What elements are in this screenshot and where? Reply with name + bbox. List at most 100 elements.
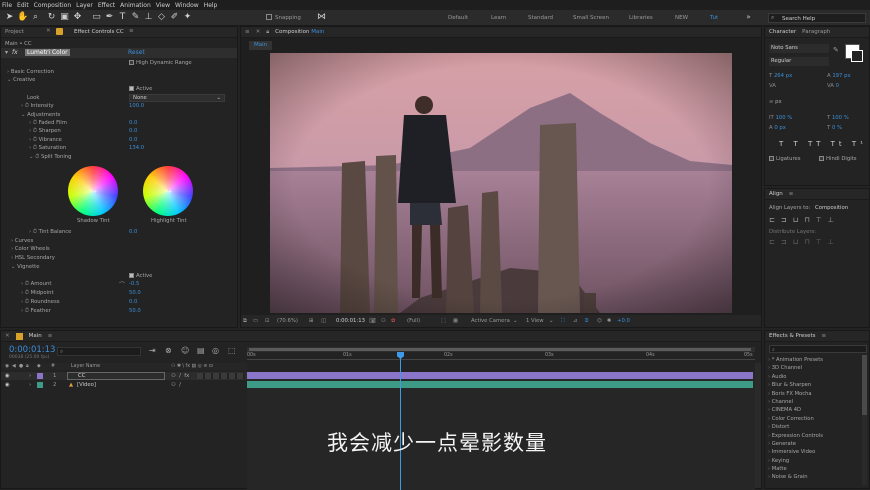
time-ruler[interactable]: 00s 01s 02s 03s 04s 05s (247, 345, 755, 367)
leading-row[interactable]: A 197 px (827, 72, 851, 80)
vertical-scale-row[interactable]: IT 100 % (769, 114, 792, 122)
timeline-scrollbar[interactable] (755, 363, 761, 488)
roto-brush-icon[interactable]: ✐ (169, 12, 180, 23)
split-toning-row[interactable]: ⌄ ⏱ Split Toning (29, 153, 72, 161)
layer-name[interactable]: CC (67, 372, 165, 380)
camera-dropdown-arrow-icon[interactable]: ⌄ (513, 315, 517, 327)
midpoint-value[interactable]: 50.0 (129, 289, 141, 297)
panel-menu-icon[interactable]: ≡ (129, 28, 134, 34)
channel-icon[interactable]: ✿ (391, 315, 395, 327)
transparency-grid-icon[interactable]: ▦ (453, 315, 458, 327)
section-vignette[interactable]: ⌄ Vignette (11, 263, 40, 271)
toggle-pixel-icon[interactable]: ⛶ (561, 315, 565, 327)
baseline-shift-row[interactable]: A 0 px (769, 124, 786, 132)
fx-icon[interactable]: fx (12, 49, 18, 56)
exposure-icon[interactable]: ✺ (607, 315, 611, 327)
comp-mini-flowchart-icon[interactable]: ⇥ (149, 346, 156, 355)
label-color-swatch[interactable] (37, 373, 43, 379)
camera-tool-icon[interactable]: ▣ (59, 12, 70, 23)
ligatures-row[interactable]: Ligatures (769, 155, 801, 163)
stroke-color-swatch[interactable] (851, 50, 863, 62)
vignette-active-checkbox[interactable] (129, 273, 134, 278)
workspace-default[interactable]: Default (448, 15, 468, 21)
workspace-small-screen[interactable]: Small Screen (573, 15, 609, 21)
list-item[interactable]: › Generate (768, 440, 860, 448)
align-to-dropdown[interactable]: Composition (815, 204, 848, 212)
effects-scrollbar[interactable] (862, 355, 867, 485)
expand-arrow-icon[interactable]: › (29, 381, 31, 389)
close-icon[interactable]: ✕ (5, 333, 10, 339)
roundness-value[interactable]: 0.0 (129, 298, 137, 306)
zoom-value[interactable]: (70.6%) (277, 315, 298, 327)
exposure-value[interactable]: +0.0 (617, 315, 630, 327)
list-item[interactable]: › Expression Controls (768, 432, 860, 440)
layer-switches[interactable]: ⚇ / (171, 381, 181, 389)
menu-effect[interactable]: Effect (98, 2, 115, 9)
panel-menu-icon[interactable]: ≡ (245, 29, 250, 35)
menu-animation[interactable]: Animation (120, 2, 151, 9)
list-item[interactable]: › CINEMA 4D (768, 406, 860, 414)
comp-subtab-main[interactable]: Main (249, 41, 273, 50)
hdr-checkbox[interactable] (129, 60, 134, 65)
tab-paragraph[interactable]: Paragraph (802, 29, 830, 35)
grid-icon[interactable]: ⊞ (309, 315, 313, 327)
section-curves[interactable]: › Curves (11, 237, 33, 245)
list-item[interactable]: › Noise & Grain (768, 473, 860, 481)
composition-tab[interactable]: Composition Main (275, 29, 324, 35)
layer-switch-boxes[interactable] (197, 373, 245, 379)
vibrance-value[interactable]: 0.0 (129, 136, 137, 144)
tint-balance-value[interactable]: 0.0 (129, 228, 137, 236)
workspace-standard[interactable]: Standard (528, 15, 553, 21)
motion-blur-icon[interactable]: ◎ (212, 346, 219, 355)
intensity-value[interactable]: 100.0 (129, 102, 144, 110)
list-item[interactable]: › Boris FX Mocha (768, 390, 860, 398)
saturation-value[interactable]: 134.0 (129, 144, 144, 152)
section-basic-correction[interactable]: › Basic Correction (7, 68, 54, 76)
view-dropdown-arrow-icon[interactable]: ⌄ (549, 315, 553, 327)
list-item[interactable]: › Audio (768, 373, 860, 381)
video-frame[interactable] (270, 53, 732, 313)
list-item[interactable]: › Color Correction (768, 415, 860, 423)
hdr-checkbox-row[interactable]: High Dynamic Range (129, 59, 192, 67)
video-layer-bar[interactable] (247, 381, 753, 388)
tab-effect-controls[interactable]: Effect Controls CC (74, 29, 124, 35)
brush-tool-icon[interactable]: ✎ (130, 12, 141, 23)
font-size-row[interactable]: T 264 px (769, 72, 792, 80)
search-help-field[interactable]: ⌕ Search Help (768, 13, 866, 23)
rectangle-tool-icon[interactable]: ▭ (91, 12, 102, 23)
look-dropdown[interactable]: None ⌄ (129, 94, 225, 102)
list-item[interactable]: › Matte (768, 465, 860, 473)
display-icon[interactable]: ▭ (253, 315, 258, 327)
list-item[interactable]: › Distort (768, 423, 860, 431)
horizontal-scale-row[interactable]: T 100 % (827, 114, 849, 122)
menu-edit[interactable]: Edit (17, 2, 29, 9)
layer-switches[interactable]: ⚇ / fx (171, 372, 189, 380)
section-adjustments[interactable]: ⌄ Adjustments (21, 111, 60, 119)
workspace-new[interactable]: NEW (675, 15, 688, 21)
list-item[interactable]: › Keying (768, 457, 860, 465)
kerning-row[interactable]: VA (769, 82, 776, 90)
list-item[interactable]: › 3D Channel (768, 364, 860, 372)
close-icon[interactable]: ✕ (46, 28, 51, 34)
panel-menu-icon[interactable]: ≡ (48, 333, 53, 339)
puppet-pin-icon[interactable]: ✦ (182, 12, 193, 23)
current-time[interactable]: 0:00:01:13 (336, 315, 365, 327)
list-item[interactable]: › Channel (768, 398, 860, 406)
menu-composition[interactable]: Composition (34, 2, 71, 9)
vignette-active-row[interactable]: Active (129, 272, 152, 280)
tab-project[interactable]: Project (5, 29, 24, 35)
feather-value[interactable]: 50.0 (129, 307, 141, 315)
adjustment-layer-bar[interactable] (247, 372, 753, 379)
resolution-dropdown[interactable]: (Full) (407, 315, 420, 327)
always-preview-icon[interactable]: ⧉ (243, 315, 247, 327)
font-family-dropdown[interactable]: Noto Sans (769, 44, 829, 53)
section-hsl-secondary[interactable]: › HSL Secondary (11, 254, 55, 262)
effect-name[interactable]: Lumetri Color (25, 49, 70, 56)
layer-search-input[interactable]: ⌕ (57, 347, 141, 356)
text-style-buttons[interactable]: T T TT Tt T¹ T₁ (779, 140, 870, 148)
label-color-swatch[interactable] (37, 382, 43, 388)
flowchart-icon[interactable]: ⌬ (597, 315, 602, 327)
visibility-icon[interactable]: ◉ (5, 381, 10, 389)
close-icon[interactable]: ✕ (256, 29, 261, 35)
align-buttons[interactable]: ⊏⊐⊔⊓⊤⊥ (769, 216, 840, 224)
